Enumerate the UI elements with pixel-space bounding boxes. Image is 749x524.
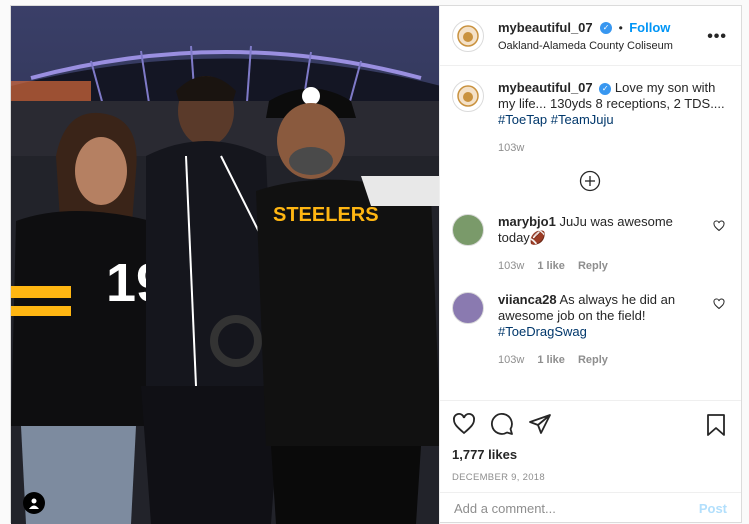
hashtag-link[interactable]: #TeamJuju: [551, 112, 614, 127]
load-more-comments-button[interactable]: [452, 170, 727, 192]
add-comment-input[interactable]: Add a comment...: [454, 501, 556, 516]
avatar[interactable]: [452, 214, 484, 246]
like-heart-icon[interactable]: [452, 412, 476, 436]
verified-badge-icon: ✓: [600, 21, 613, 34]
tagged-users-icon[interactable]: [23, 492, 45, 514]
likes-count[interactable]: 1,777 likes: [452, 447, 727, 462]
comment-username[interactable]: viianca28: [498, 292, 557, 307]
bookmark-icon[interactable]: [705, 413, 727, 437]
shirt-text: STEELERS: [273, 204, 379, 226]
caption-time[interactable]: 103w: [498, 142, 524, 154]
post-card: 19 STEELERS mybeautiful_07 ✓ • Follow Oa…: [10, 5, 742, 524]
separator-dot: •: [618, 21, 623, 35]
post-photo[interactable]: 19 STEELERS: [11, 6, 439, 524]
photo-illustration: 19 STEELERS: [11, 6, 439, 524]
post-date[interactable]: DECEMBER 9, 2018: [452, 472, 727, 483]
comment-likes[interactable]: 1 like: [537, 260, 565, 272]
avatar[interactable]: [452, 80, 484, 112]
caption: mybeautiful_07 ✓ Love my son with my lif…: [452, 80, 727, 156]
follow-button[interactable]: Follow: [629, 20, 670, 35]
reply-button[interactable]: Reply: [578, 354, 608, 366]
comments-list: mybeautiful_07 ✓ Love my son with my lif…: [440, 66, 741, 400]
post-actions: 1,777 likes DECEMBER 9, 2018: [440, 400, 741, 492]
header-username[interactable]: mybeautiful_07: [498, 20, 593, 35]
reply-button[interactable]: Reply: [578, 260, 608, 272]
add-comment-bar: Add a comment... Post: [440, 492, 741, 524]
comment-time[interactable]: 103w: [498, 260, 524, 272]
comment-username[interactable]: marybjo1: [498, 214, 556, 229]
like-comment-heart-icon[interactable]: [713, 298, 725, 310]
post-comment-button[interactable]: Post: [699, 501, 727, 516]
comment-item: viianca28 As always he did an awesome jo…: [452, 292, 727, 368]
hashtag-link[interactable]: #ToeDragSwag: [498, 324, 587, 339]
verified-badge-icon: ✓: [599, 82, 612, 95]
comment-bubble-icon[interactable]: [490, 412, 514, 436]
plus-circle-icon: [579, 170, 600, 192]
avatar[interactable]: [452, 19, 484, 52]
avatar[interactable]: [452, 292, 484, 324]
post-header: mybeautiful_07 ✓ • Follow Oakland-Alamed…: [440, 6, 741, 66]
hashtag-link[interactable]: #ToeTap: [498, 112, 547, 127]
lion-logo-icon: [457, 24, 479, 47]
location-link[interactable]: Oakland-Alameda County Coliseum: [498, 40, 673, 52]
comment-time[interactable]: 103w: [498, 354, 524, 366]
post-side-panel: mybeautiful_07 ✓ • Follow Oakland-Alamed…: [439, 6, 741, 524]
comment-item: marybjo1 JuJu was awesome today🏈 103w 1 …: [452, 214, 727, 274]
caption-username[interactable]: mybeautiful_07: [498, 80, 593, 95]
share-send-icon[interactable]: [528, 412, 552, 436]
more-options-icon[interactable]: •••: [707, 28, 727, 46]
lion-logo-icon: [457, 85, 479, 107]
like-comment-heart-icon[interactable]: [713, 220, 725, 232]
comment-likes[interactable]: 1 like: [537, 354, 565, 366]
